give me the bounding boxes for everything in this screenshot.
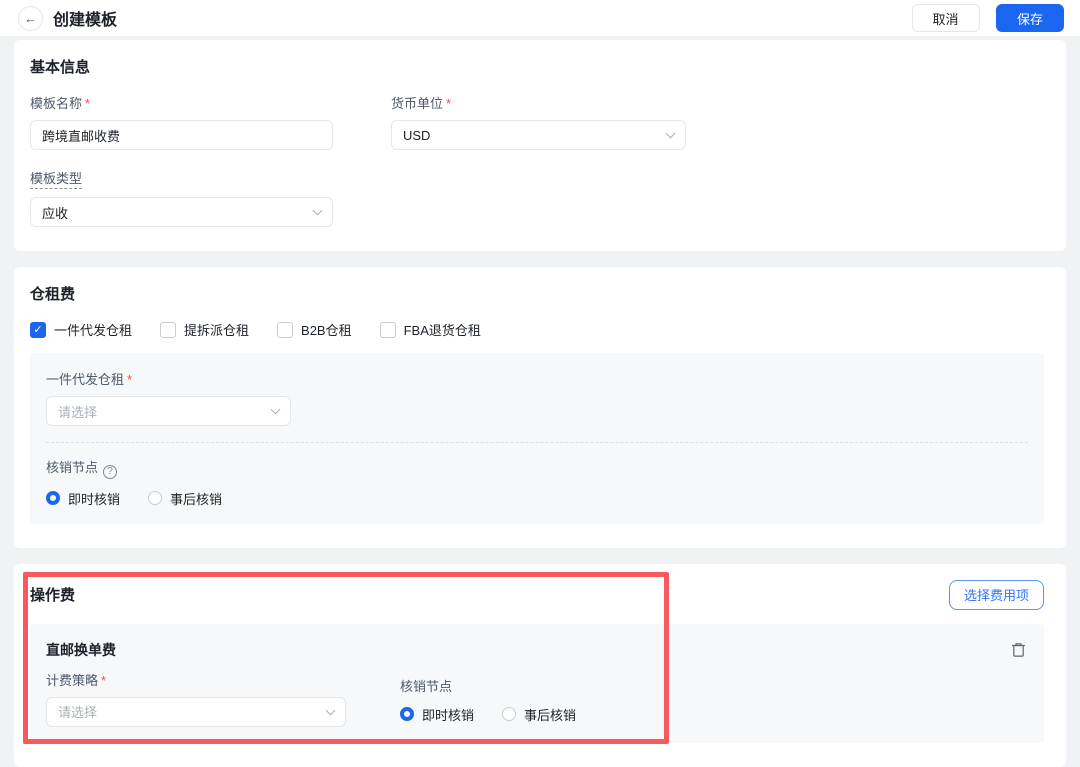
template-name-input[interactable] xyxy=(30,120,333,150)
checkbox-icon xyxy=(277,321,294,338)
radio-instant-writeoff[interactable]: 即时核销 xyxy=(46,489,120,508)
writeoff-node-group: 核销节点 即时核销 事后核销 xyxy=(400,670,576,727)
direct-mail-fee-title: 直邮换单费 xyxy=(46,641,116,658)
required-asterisk: * xyxy=(101,672,107,688)
dropship-rent-select-label: 一件代发仓租 * xyxy=(46,372,133,387)
radio-dot-icon xyxy=(400,707,414,721)
warehouse-fee-card: 仓租费 ✓ 一件代发仓租 提拆派仓租 B2B仓租 FBA退货仓租 一件代发仓租 * xyxy=(14,267,1066,548)
warehouse-fee-title: 仓租费 xyxy=(30,286,76,303)
currency-field-group: 货币单位 * USD xyxy=(391,93,686,150)
checkbox-fba-return-rent[interactable]: FBA退货仓租 xyxy=(379,320,481,339)
basic-info-card: 基本信息 模板名称* 货币单位* USD 模板类型 xyxy=(14,40,1066,251)
checkbox-icon xyxy=(160,321,177,338)
currency-label: 货币单位 * xyxy=(391,96,452,111)
operation-fee-card: 操作费 选择费用项 直邮换单费 计费策略 * 请选择 核销节点 即时核销 事后核… xyxy=(14,563,1066,767)
checkbox-dropship-rent[interactable]: ✓ 一件代发仓租 xyxy=(30,320,132,339)
page-header: ← 创建模板 取消 保存 xyxy=(0,0,1080,36)
dropship-rent-select[interactable]: 请选择 xyxy=(46,396,291,426)
chevron-down-icon xyxy=(312,205,323,216)
radio-label: 事后核销 xyxy=(524,707,577,723)
billing-strategy-label: 计费策略 * xyxy=(46,672,107,688)
template-name-field-group: 模板名称 * xyxy=(30,93,333,150)
check-icon: ✓ xyxy=(33,324,43,336)
checkbox-pickup-rent[interactable]: 提拆派仓租 xyxy=(160,320,249,339)
back-arrow-icon: ← xyxy=(24,10,37,26)
divider xyxy=(46,442,1028,443)
billing-strategy-group: 计费策略 * 请选择 xyxy=(46,670,346,727)
template-type-label: 模板类型 xyxy=(30,168,333,189)
radio-label: 即时核销 xyxy=(422,707,475,723)
chevron-down-icon xyxy=(665,128,676,139)
help-icon[interactable]: ? xyxy=(103,464,118,479)
select-fee-item-button[interactable]: 选择费用项 xyxy=(948,579,1044,610)
writeoff-radio-group: 即时核销 事后核销 xyxy=(46,489,1028,508)
checkbox-icon xyxy=(379,321,396,338)
main-content: 基本信息 模板名称* 货币单位* USD 模板类型 xyxy=(0,36,1080,767)
back-button[interactable]: ← xyxy=(18,5,43,31)
basic-info-title: 基本信息 xyxy=(30,59,91,76)
radio-dot-icon xyxy=(148,491,163,505)
chevron-down-icon xyxy=(325,705,336,715)
warehouse-fee-checkbox-group: ✓ 一件代发仓租 提拆派仓租 B2B仓租 FBA退货仓租 xyxy=(30,320,1044,339)
required-asterisk: * xyxy=(446,96,452,111)
writeoff-node-label: 核销节点? xyxy=(46,457,1028,479)
template-name-label: 模板名称 * xyxy=(30,96,91,111)
dropship-rent-panel: 一件代发仓租 * 请选择 核销节点? 即时核销 事后核销 xyxy=(30,353,1044,524)
radio-dot-icon xyxy=(46,491,60,505)
writeoff-radio-group: 即时核销 事后核销 xyxy=(400,705,576,724)
delete-fee-button[interactable] xyxy=(1009,640,1028,660)
radio-dot-icon xyxy=(502,707,517,721)
required-asterisk: * xyxy=(85,96,91,111)
checkbox-label: 提拆派仓租 xyxy=(184,323,250,338)
radio-label: 事后核销 xyxy=(170,491,223,507)
template-type-field-group: 模板类型 应收 xyxy=(30,168,333,227)
operation-fee-title: 操作费 xyxy=(30,587,76,604)
radio-label: 即时核销 xyxy=(68,491,121,507)
radio-instant-writeoff[interactable]: 即时核销 xyxy=(400,705,474,724)
cancel-button[interactable]: 取消 xyxy=(911,4,980,32)
checkbox-icon: ✓ xyxy=(30,321,46,338)
template-type-select[interactable]: 应收 xyxy=(30,197,333,227)
currency-select[interactable]: USD xyxy=(391,120,686,150)
checkbox-b2b-rent[interactable]: B2B仓租 xyxy=(277,320,352,339)
trash-icon xyxy=(1012,642,1025,657)
radio-after-writeoff[interactable]: 事后核销 xyxy=(502,705,576,724)
checkbox-label: FBA退货仓租 xyxy=(403,323,481,338)
checkbox-label: 一件代发仓租 xyxy=(54,323,133,338)
chevron-down-icon xyxy=(270,404,281,415)
billing-strategy-select[interactable]: 请选择 xyxy=(46,696,346,727)
checkbox-label: B2B仓租 xyxy=(301,323,352,338)
page-title: 创建模板 xyxy=(53,12,118,29)
radio-after-writeoff[interactable]: 事后核销 xyxy=(148,489,222,508)
required-asterisk: * xyxy=(127,372,133,387)
save-button[interactable]: 保存 xyxy=(995,4,1064,32)
writeoff-node-label: 核销节点 xyxy=(400,678,453,694)
direct-mail-fee-panel: 直邮换单费 计费策略 * 请选择 核销节点 即时核销 事后核销 xyxy=(30,623,1044,743)
